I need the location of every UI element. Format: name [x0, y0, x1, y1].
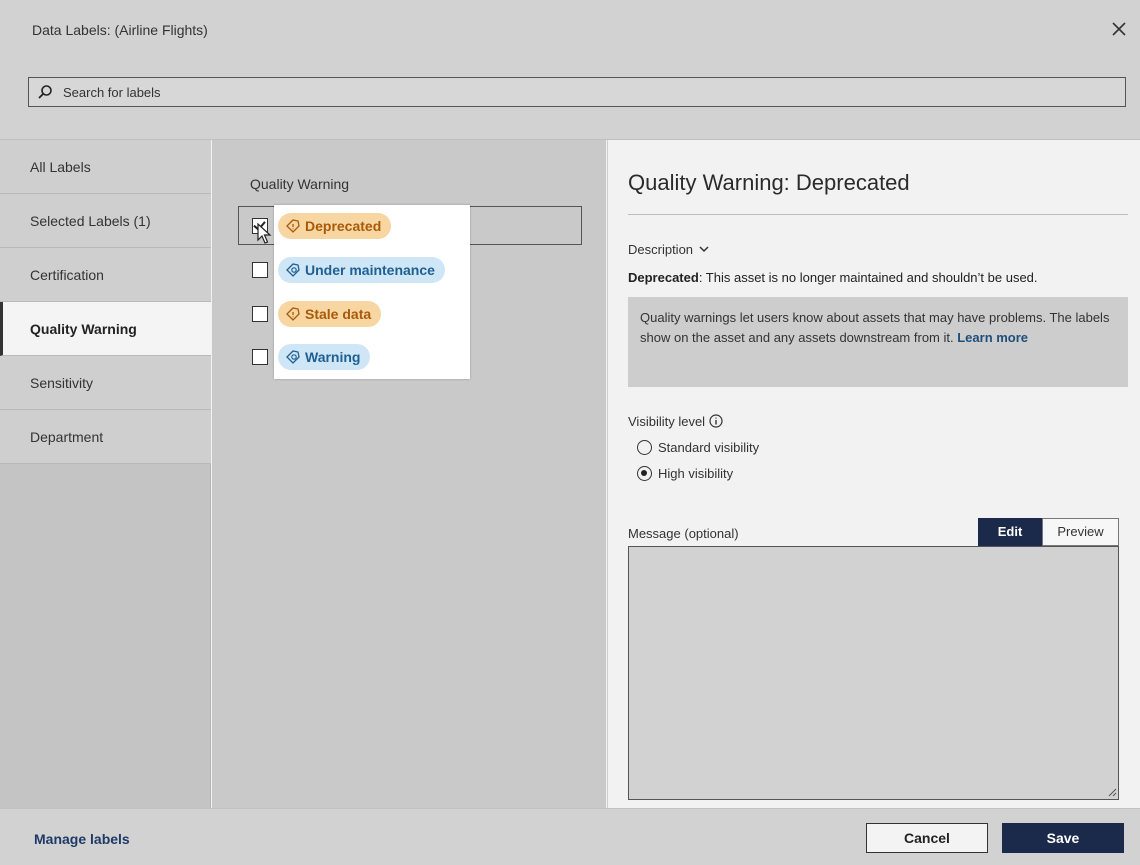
description-text: Deprecated: This asset is no longer main…: [628, 270, 1038, 285]
radio-high-visibility[interactable]: High visibility: [637, 466, 733, 481]
search-input[interactable]: [63, 78, 1113, 106]
radio-label: High visibility: [658, 466, 734, 481]
warning-tag-icon: [286, 219, 300, 233]
warning-tag-icon: [286, 307, 300, 321]
nav-item-quality-warning[interactable]: Quality Warning: [0, 302, 211, 356]
nav-item-all-labels[interactable]: All Labels: [0, 140, 211, 194]
info-text: Quality warnings let users know about as…: [640, 310, 1110, 345]
save-button[interactable]: Save: [1002, 823, 1124, 853]
radio-button[interactable]: [637, 440, 652, 455]
section-title: Quality Warning: [250, 176, 350, 192]
nav-item-department[interactable]: Department: [0, 410, 211, 464]
description-toggle-label: Description: [628, 242, 694, 257]
label-pill-stale-data[interactable]: Stale data: [278, 301, 382, 327]
info-tag-icon: [286, 263, 300, 277]
search-icon: [38, 85, 52, 99]
nav-item-sensitivity[interactable]: Sensitivity: [0, 356, 211, 410]
label-pill-deprecated[interactable]: Deprecated: [278, 213, 392, 239]
search-band: [0, 60, 1140, 140]
message-label: Message (optional): [628, 526, 739, 541]
label-list-pane: Quality Warning Deprecated Under mainten…: [212, 140, 606, 808]
checkbox-under-maintenance[interactable]: [252, 262, 268, 278]
chevron-down-icon: [699, 246, 709, 253]
visibility-label-text: Visibility level: [628, 414, 706, 429]
label-pill-text: Stale data: [305, 306, 372, 322]
label-category-nav: All Labels Selected Labels (1) Certifica…: [0, 140, 211, 808]
label-detail-pane: Quality Warning: Deprecated Description …: [607, 140, 1140, 808]
nav-item-selected-labels[interactable]: Selected Labels (1): [0, 194, 211, 248]
message-textarea[interactable]: [628, 546, 1119, 800]
description-body: : This asset is no longer maintained and…: [698, 270, 1038, 285]
divider: [628, 214, 1128, 215]
close-button[interactable]: [1106, 16, 1132, 42]
checkbox-warning[interactable]: [252, 349, 268, 365]
dialog-footer: Manage labels Cancel Save: [0, 808, 1140, 865]
radio-button[interactable]: [637, 466, 652, 481]
mouse-pointer-icon: [257, 223, 272, 244]
nav-item-certification[interactable]: Certification: [0, 248, 211, 302]
resize-grip-icon[interactable]: [1106, 786, 1117, 797]
learn-more-link[interactable]: Learn more: [957, 330, 1028, 345]
visibility-level-label: Visibility level: [628, 414, 723, 429]
info-box: Quality warnings let users know about as…: [628, 297, 1128, 387]
label-pill-warning[interactable]: Warning: [278, 344, 371, 370]
close-icon: [1112, 22, 1126, 36]
description-toggle[interactable]: Description: [628, 242, 709, 257]
checkbox-stale-data[interactable]: [252, 306, 268, 322]
label-pill-under-maintenance[interactable]: Under maintenance: [278, 257, 445, 283]
description-label-name: Deprecated: [628, 270, 699, 285]
info-icon[interactable]: [709, 414, 723, 428]
manage-labels-link[interactable]: Manage labels: [34, 831, 130, 847]
cancel-button[interactable]: Cancel: [866, 823, 988, 853]
info-tag-icon: [286, 350, 300, 364]
data-labels-dialog: Data Labels: (Airline Flights) All Label…: [0, 0, 1140, 865]
radio-standard-visibility[interactable]: Standard visibility: [637, 440, 759, 455]
search-box: [28, 77, 1126, 107]
label-pill-text: Deprecated: [305, 218, 382, 234]
label-pill-text: Under maintenance: [305, 262, 435, 278]
detail-title: Quality Warning: Deprecated: [628, 170, 910, 195]
title-bar: Data Labels: (Airline Flights): [0, 0, 1140, 60]
tab-preview[interactable]: Preview: [1042, 518, 1119, 546]
label-pill-text: Warning: [305, 349, 361, 365]
tab-edit[interactable]: Edit: [978, 518, 1042, 546]
dialog-title: Data Labels: (Airline Flights): [32, 22, 208, 38]
radio-label: Standard visibility: [658, 440, 760, 455]
